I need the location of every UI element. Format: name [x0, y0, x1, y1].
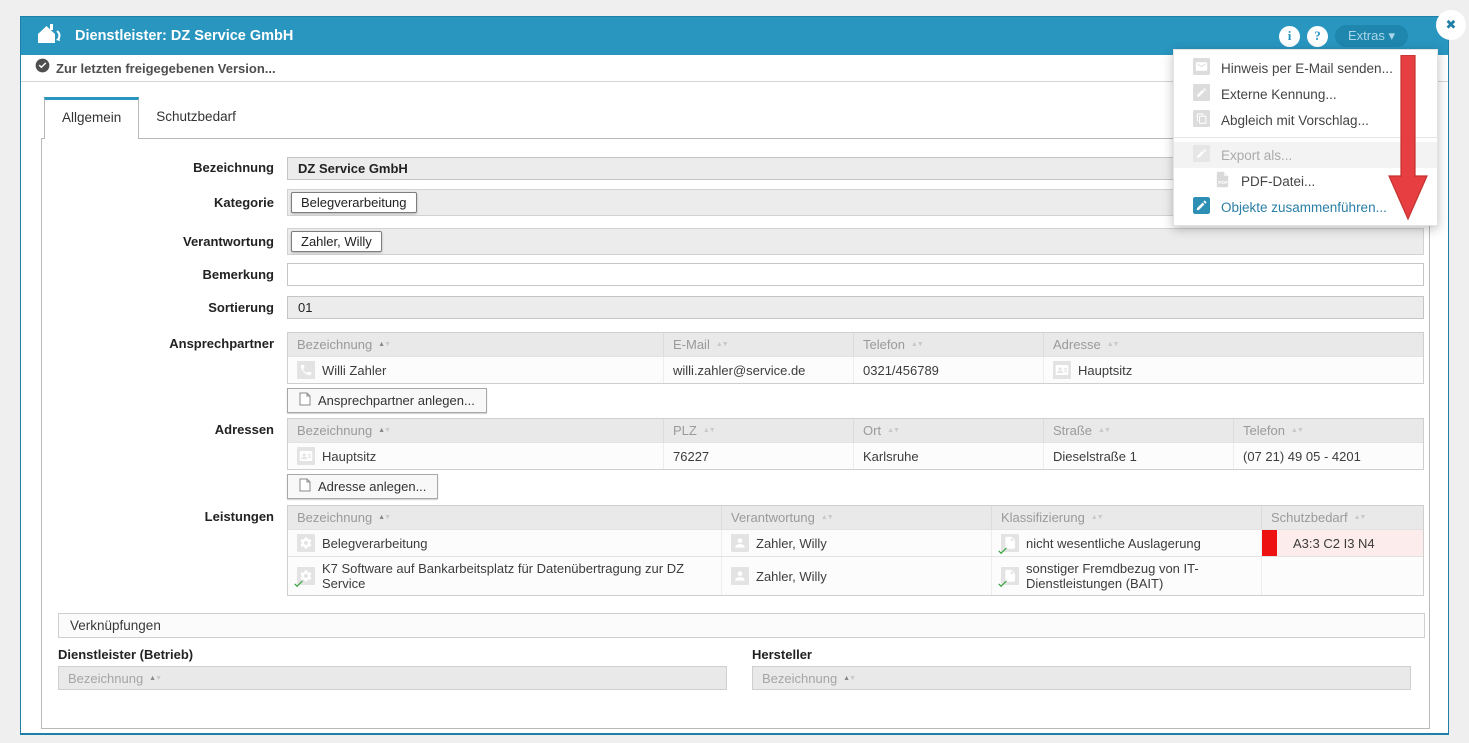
ansprechpartner-anlegen-button[interactable]: Ansprechpartner anlegen...: [287, 388, 487, 413]
dienstleister-betrieb-table-header[interactable]: Bezeichnung ▲▼: [58, 666, 727, 690]
sort-icon: ▲▼: [1291, 427, 1303, 434]
tab-schutzbedarf[interactable]: Schutzbedarf: [139, 97, 253, 139]
menu-divider: [1174, 137, 1437, 138]
last-released-version-link[interactable]: Zur letzten freigegebenen Version...: [56, 61, 276, 76]
bemerkung-label: Bemerkung: [42, 267, 274, 282]
sort-icon: ▲▼: [378, 341, 390, 348]
menu-item-hinweis-email[interactable]: Hinweis per E-Mail senden...: [1174, 55, 1437, 81]
svg-text:PDF: PDF: [1218, 180, 1228, 186]
sort-icon: ▲▼: [703, 427, 715, 434]
ansprechpartner-row[interactable]: Willi Zahler willi.zahler@service.de 032…: [288, 356, 1423, 383]
contact-phone-icon: [297, 361, 315, 379]
copy-icon: [1193, 110, 1210, 130]
sort-icon: ▲▼: [1098, 427, 1110, 434]
column-header-schutzbedarf[interactable]: Schutzbedarf▲▼: [1261, 506, 1423, 529]
schutzbedarf-cell: A3:3 C2 I3 N4: [1261, 530, 1423, 556]
menu-item-externe-kennung[interactable]: Externe Kennung...: [1174, 81, 1437, 107]
pdf-icon: PDF: [1215, 171, 1230, 191]
sort-icon: ▲▼: [843, 675, 855, 682]
column-header-telefon[interactable]: Telefon▲▼: [1233, 419, 1423, 442]
menu-item-objekte-zusammenfuehren[interactable]: Objekte zusammenführen...: [1174, 194, 1437, 220]
sort-icon: ▲▼: [1354, 514, 1366, 521]
dienstleister-betrieb-label: Dienstleister (Betrieb): [58, 647, 193, 662]
adressen-table: Bezeichnung▲▼ PLZ▲▼ Ort▲▼ Straße▲▼ Telef…: [287, 418, 1424, 470]
page-title: Dienstleister: DZ Service GmbH: [75, 28, 293, 44]
tab-bar: Allgemein Schutzbedarf: [44, 97, 253, 139]
new-document-icon: [299, 478, 311, 495]
address-card-icon: [1053, 361, 1071, 379]
close-button[interactable]: ✖: [1436, 10, 1466, 40]
adressen-label: Adressen: [42, 422, 274, 437]
verantwortung-label: Verantwortung: [42, 234, 274, 249]
column-header-verantwortung[interactable]: Verantwortung▲▼: [721, 506, 991, 529]
leistung-row[interactable]: K7 Software auf Bankarbeitsplatz für Dat…: [288, 556, 1423, 595]
sort-icon: ▲▼: [378, 514, 390, 521]
column-header-telefon[interactable]: Telefon▲▼: [853, 333, 1043, 356]
person-icon: [731, 534, 749, 552]
dienstleister-window: Dienstleister: DZ Service GmbH i ? Extra…: [20, 16, 1449, 735]
ansprechpartner-label: Ansprechpartner: [42, 336, 274, 351]
schutzbedarf-level-indicator: [1262, 530, 1277, 556]
kategorie-label: Kategorie: [42, 195, 274, 210]
sortierung-field[interactable]: 01: [287, 296, 1424, 319]
sort-icon: ▲▼: [149, 675, 161, 682]
sort-icon: ▲▼: [887, 427, 899, 434]
menu-item-export-als[interactable]: Export als...: [1174, 142, 1437, 168]
leistungen-label: Leistungen: [42, 509, 274, 524]
edit-icon: [1193, 84, 1210, 104]
leistungen-table: Bezeichnung▲▼ Verantwortung▲▼ Klassifizi…: [287, 505, 1424, 596]
tab-allgemein[interactable]: Allgemein: [44, 97, 139, 139]
person-icon: [731, 567, 749, 585]
column-header-bezeichnung[interactable]: Bezeichnung▲▼: [288, 419, 663, 442]
menu-item-pdf-datei[interactable]: PDF PDF-Datei...: [1174, 168, 1437, 194]
column-header-bezeichnung[interactable]: Bezeichnung▲▼: [288, 333, 663, 356]
classification-document-icon: [1001, 534, 1019, 552]
sort-icon: ▲▼: [911, 341, 923, 348]
column-header-plz[interactable]: PLZ▲▼: [663, 419, 853, 442]
column-header-adresse[interactable]: Adresse▲▼: [1043, 333, 1423, 356]
sort-icon: ▲▼: [821, 514, 833, 521]
column-header-klassifizierung[interactable]: Klassifizierung▲▼: [991, 506, 1261, 529]
check-circle-icon: [35, 58, 50, 78]
allgemein-tab-panel: Bezeichnung DZ Service GmbH Kategorie Be…: [41, 138, 1430, 729]
sort-icon: ▲▼: [716, 341, 728, 348]
merge-icon: [1193, 197, 1210, 217]
extras-menu: Hinweis per E-Mail senden... Externe Ken…: [1173, 49, 1438, 226]
column-header-email[interactable]: E-Mail▲▼: [663, 333, 853, 356]
bezeichnung-label: Bezeichnung: [42, 160, 274, 175]
classification-document-icon: [1001, 567, 1019, 585]
adresse-anlegen-button[interactable]: Adresse anlegen...: [287, 474, 438, 499]
chevron-down-icon: ▾: [1388, 28, 1395, 43]
email-icon: [1193, 58, 1210, 78]
address-card-icon: [297, 447, 315, 465]
service-gear-icon: [297, 567, 315, 585]
extras-button[interactable]: Extras ▾: [1335, 25, 1408, 47]
kategorie-chip[interactable]: Belegverarbeitung: [291, 192, 417, 213]
bemerkung-field[interactable]: [287, 263, 1424, 286]
sortierung-label: Sortierung: [42, 300, 274, 315]
hersteller-label: Hersteller: [752, 647, 812, 662]
dienstleister-house-icon: [37, 23, 63, 50]
column-header-bezeichnung[interactable]: Bezeichnung▲▼: [288, 506, 721, 529]
hersteller-table-header[interactable]: Bezeichnung ▲▼: [752, 666, 1411, 690]
leistung-row[interactable]: Belegverarbeitung Zahler, Willy nicht we…: [288, 529, 1423, 556]
verknuepfungen-section-header: Verknüpfungen: [58, 613, 1425, 638]
ansprechpartner-table: Bezeichnung▲▼ E-Mail▲▼ Telefon▲▼ Adresse…: [287, 332, 1424, 384]
column-header-strasse[interactable]: Straße▲▼: [1043, 419, 1233, 442]
adresse-row[interactable]: Hauptsitz 76227 Karlsruhe Dieselstraße 1…: [288, 442, 1423, 469]
column-header-ort[interactable]: Ort▲▼: [853, 419, 1043, 442]
verantwortung-chip[interactable]: Zahler, Willy: [291, 231, 382, 252]
sort-icon: ▲▼: [1091, 514, 1103, 521]
service-gear-icon: [297, 534, 315, 552]
help-button[interactable]: ?: [1307, 26, 1328, 47]
export-icon: [1193, 145, 1210, 165]
sort-icon: ▲▼: [1107, 341, 1119, 348]
info-button[interactable]: i: [1279, 26, 1300, 47]
new-document-icon: [299, 392, 311, 409]
sort-icon: ▲▼: [378, 427, 390, 434]
verantwortung-field[interactable]: Zahler, Willy: [287, 228, 1424, 255]
menu-item-abgleich-vorschlag[interactable]: Abgleich mit Vorschlag...: [1174, 107, 1437, 133]
